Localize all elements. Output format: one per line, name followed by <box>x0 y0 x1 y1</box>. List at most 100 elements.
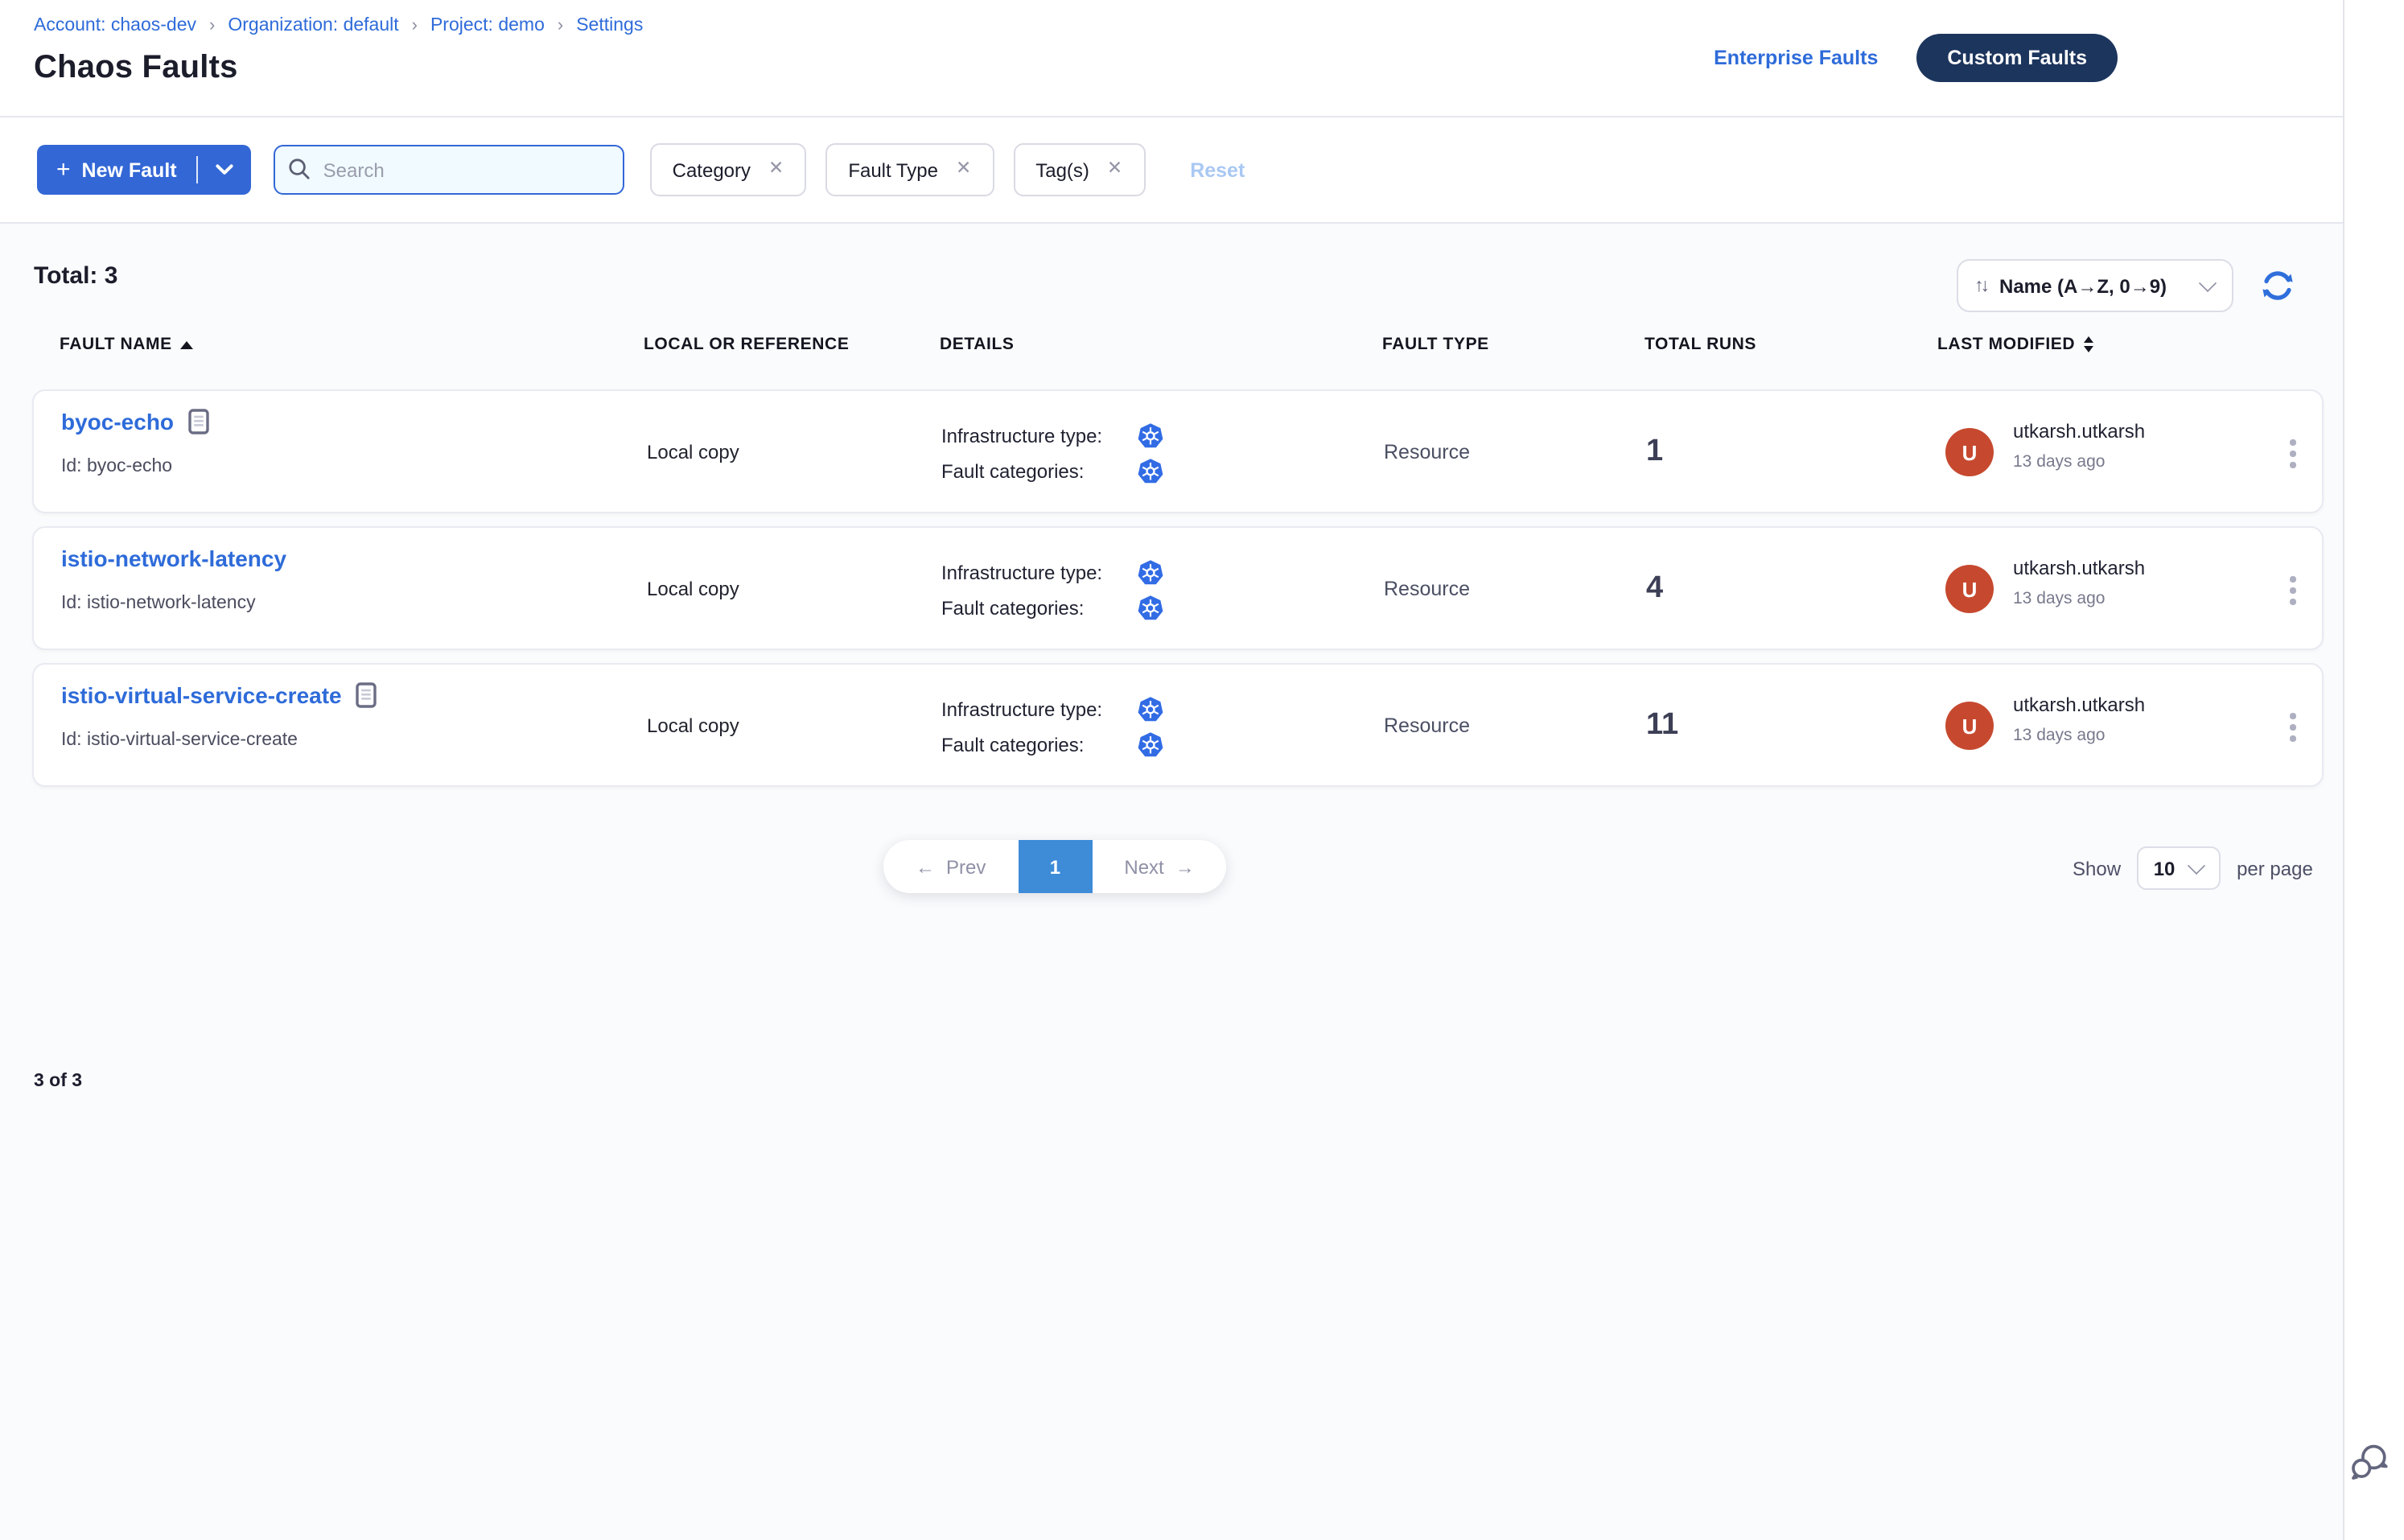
row-menu-button[interactable] <box>2277 433 2309 475</box>
fault-list-panel: Total: 3 ↑↓ Name (A→Z, 0→9) FAULT NAME L… <box>0 224 2343 1540</box>
toolbar: + New Fault Category ✕ Fault Type ✕ <box>0 117 2343 224</box>
refresh-icon <box>2259 267 2296 304</box>
search-input[interactable] <box>274 145 624 195</box>
fault-categories-label: Fault categories: <box>941 597 1138 620</box>
filter-chips: Category ✕ Fault Type ✕ Tag(s) ✕ <box>650 143 1146 196</box>
next-page-button[interactable]: Next → <box>1092 840 1226 893</box>
column-header-total-runs: TOTAL RUNS <box>1645 335 1756 354</box>
page-size-select[interactable]: 10 <box>2137 846 2221 890</box>
total-runs-value: 1 <box>1646 434 1663 469</box>
app-window: Account: chaos-dev › Organization: defau… <box>0 0 2404 1540</box>
show-label: Show <box>2073 857 2121 879</box>
total-runs-value: 4 <box>1646 570 1663 606</box>
column-header-last-modified[interactable]: LAST MODIFIED <box>1937 335 2093 354</box>
avatar: U <box>1945 428 1994 476</box>
kubernetes-icon <box>1138 560 1163 586</box>
page-size-control: Show 10 per page <box>2073 846 2313 890</box>
fault-manifest-icon[interactable] <box>356 682 377 708</box>
kubernetes-icon <box>1138 732 1163 758</box>
column-header-details: DETAILS <box>940 335 1015 354</box>
modified-by: utkarsh.utkarsh <box>2013 420 2145 443</box>
arrow-left-icon: ← <box>916 855 935 878</box>
header-actions: Enterprise Faults Custom Faults <box>1714 0 2118 116</box>
current-page-button[interactable]: 1 <box>1018 840 1092 893</box>
refresh-button[interactable] <box>2259 267 2296 304</box>
pagination: ← Prev 1 Next → <box>883 840 1227 893</box>
table-row: istio-virtual-service-create Id: istio-v… <box>32 663 2324 787</box>
local-or-reference-value: Local copy <box>647 714 739 736</box>
chevron-down-icon <box>2187 856 2204 874</box>
breadcrumb-separator: › <box>558 16 563 35</box>
new-fault-button[interactable]: + New Fault <box>37 145 251 195</box>
sort-arrows-icon: ↑↓ <box>1974 276 1986 295</box>
kubernetes-icon <box>1138 697 1163 723</box>
table-row: byoc-echo Id: byoc-echo Local copy Infra… <box>32 389 2324 513</box>
table-row: istio-network-latency Id: istio-network-… <box>32 526 2324 650</box>
fault-details: Infrastructure type: Fault categories: <box>941 692 1163 763</box>
new-fault-dropdown-toggle[interactable] <box>198 164 251 175</box>
row-menu-button[interactable] <box>2277 570 2309 611</box>
search-icon <box>288 158 311 180</box>
filter-chip-fault-type[interactable]: Fault Type ✕ <box>825 143 994 196</box>
fault-id: Id: istio-virtual-service-create <box>61 731 298 750</box>
help-chat-button[interactable] <box>2349 1442 2391 1484</box>
modified-by: utkarsh.utkarsh <box>2013 694 2145 716</box>
fault-manifest-icon[interactable] <box>188 409 209 434</box>
fault-type-value: Resource <box>1384 577 1470 599</box>
fault-id: Id: istio-network-latency <box>61 594 256 613</box>
fault-type-value: Resource <box>1384 440 1470 463</box>
fault-name-link[interactable]: istio-virtual-service-create <box>61 682 342 708</box>
infrastructure-type-label: Infrastructure type: <box>941 425 1138 447</box>
modified-ago: 13 days ago <box>2013 589 2105 608</box>
arrow-right-icon: → <box>1175 855 1195 878</box>
modified-ago: 13 days ago <box>2013 452 2105 471</box>
breadcrumb-separator: › <box>412 16 418 35</box>
avatar: U <box>1945 702 1994 750</box>
breadcrumb-link-organization[interactable]: Organization: default <box>228 16 398 35</box>
breadcrumb-link-project[interactable]: Project: demo <box>430 16 545 35</box>
local-or-reference-value: Local copy <box>647 577 739 599</box>
sort-dropdown[interactable]: ↑↓ Name (A→Z, 0→9) <box>1957 259 2233 312</box>
kubernetes-icon <box>1138 459 1163 484</box>
breadcrumb-link-account[interactable]: Account: chaos-dev <box>34 16 196 35</box>
plus-icon: + <box>56 158 71 182</box>
infrastructure-type-label: Infrastructure type: <box>941 698 1138 721</box>
column-header-fault-type: FAULT TYPE <box>1382 335 1489 354</box>
column-header-local-or-reference: LOCAL OR REFERENCE <box>644 335 849 354</box>
remove-filter-icon[interactable]: ✕ <box>1107 161 1122 179</box>
remove-filter-icon[interactable]: ✕ <box>768 161 784 179</box>
remove-filter-icon[interactable]: ✕ <box>956 161 971 179</box>
fault-categories-label: Fault categories: <box>941 460 1138 483</box>
column-header-fault-name[interactable]: FAULT NAME <box>60 335 193 354</box>
modified-by: utkarsh.utkarsh <box>2013 557 2145 579</box>
prev-page-button[interactable]: ← Prev <box>883 840 1018 893</box>
page-title: Chaos Faults <box>34 50 238 87</box>
kubernetes-icon <box>1138 423 1163 449</box>
chevron-down-icon <box>2199 274 2217 291</box>
breadcrumb-separator: › <box>209 16 215 35</box>
kubernetes-icon <box>1138 595 1163 621</box>
row-menu-button[interactable] <box>2277 706 2309 748</box>
avatar: U <box>1945 565 1994 613</box>
breadcrumb-link-settings[interactable]: Settings <box>576 16 643 35</box>
total-count: Total: 3 <box>34 262 117 290</box>
pagination-summary: 3 of 3 <box>34 1072 82 1091</box>
table-header: FAULT NAME LOCAL OR REFERENCE DETAILS FA… <box>0 335 2343 360</box>
sort-ascending-icon <box>180 340 193 348</box>
custom-faults-tab[interactable]: Custom Faults <box>1916 34 2118 82</box>
breadcrumb: Account: chaos-dev › Organization: defau… <box>34 16 643 35</box>
local-or-reference-value: Local copy <box>647 440 739 463</box>
chevron-down-icon <box>216 164 233 175</box>
filter-chip-category[interactable]: Category ✕ <box>650 143 807 196</box>
reset-filters-button[interactable]: Reset <box>1180 157 1254 183</box>
chat-bubbles-icon <box>2349 1442 2391 1484</box>
fault-categories-label: Fault categories: <box>941 734 1138 756</box>
fault-id: Id: byoc-echo <box>61 457 172 476</box>
filter-chip-tags[interactable]: Tag(s) ✕ <box>1013 143 1145 196</box>
enterprise-faults-tab[interactable]: Enterprise Faults <box>1714 47 1878 69</box>
fault-name-link[interactable]: istio-network-latency <box>61 546 286 571</box>
right-edge-panel <box>2343 0 2404 1540</box>
per-page-label: per page <box>2237 857 2313 879</box>
fault-name-link[interactable]: byoc-echo <box>61 409 174 434</box>
sort-both-icon <box>2083 336 2093 352</box>
